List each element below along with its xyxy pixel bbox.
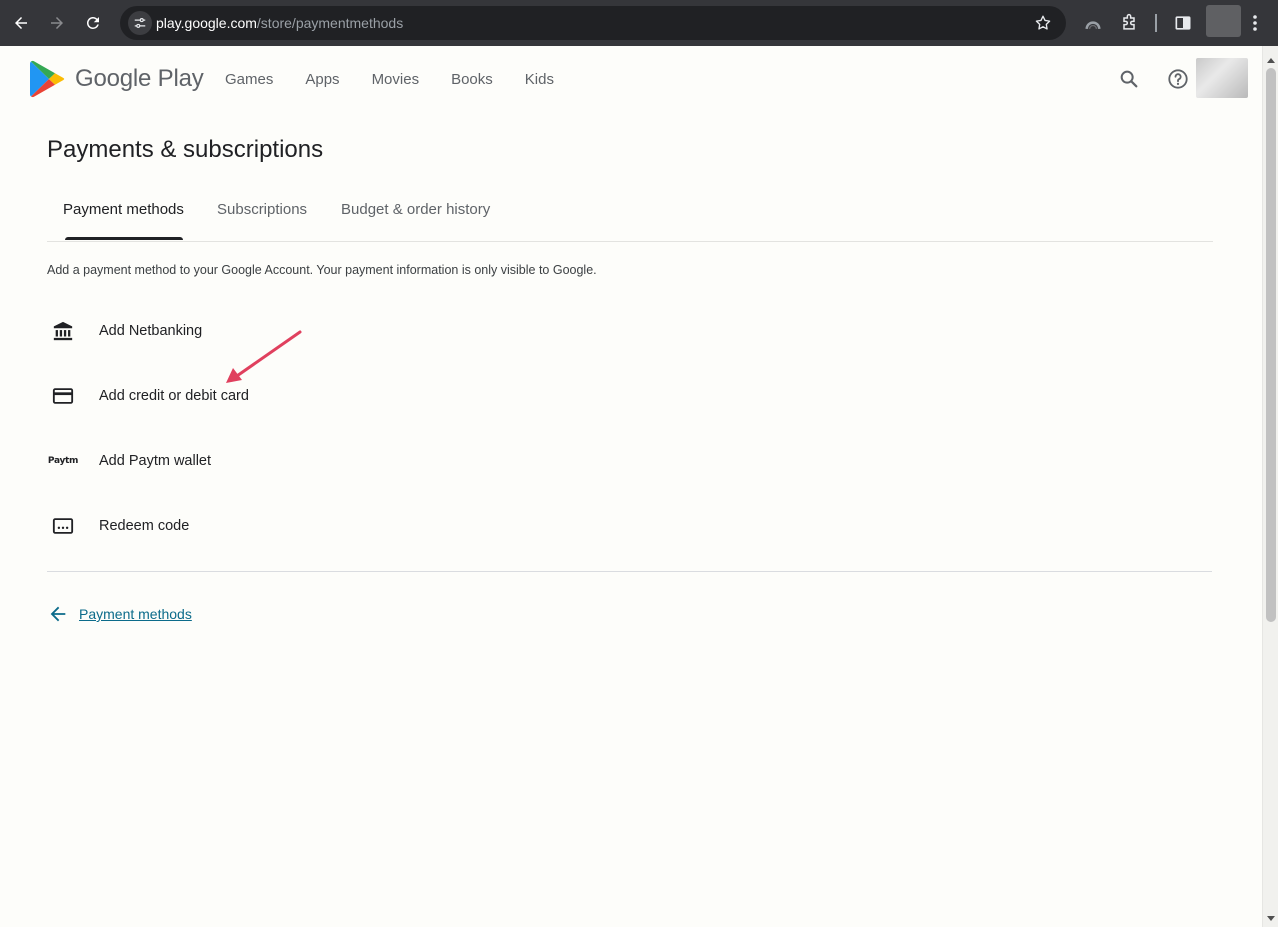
- nav-apps[interactable]: Apps: [305, 71, 339, 88]
- bank-icon: [51, 319, 75, 343]
- annotation-arrow-icon: [226, 330, 302, 383]
- forward-arrow-icon[interactable]: [45, 11, 69, 35]
- address-bar[interactable]: play.google.com/store/paymentmethods: [120, 6, 1066, 40]
- browser-menu-icon[interactable]: [1247, 13, 1263, 33]
- browser-toolbar: play.google.com/store/paymentmethods: [0, 0, 1278, 46]
- browser-profile-avatar[interactable]: [1206, 5, 1241, 37]
- tab-bar: Payment methods Subscriptions Budget & o…: [47, 196, 1213, 242]
- nav-kids[interactable]: Kids: [525, 71, 554, 88]
- redeem-code-option[interactable]: Redeem code: [47, 506, 447, 546]
- back-arrow-icon[interactable]: [9, 11, 33, 35]
- side-panel-icon[interactable]: [1173, 13, 1193, 33]
- site-info-icon[interactable]: [128, 11, 152, 35]
- section-divider: [47, 571, 1212, 572]
- help-icon[interactable]: [1167, 68, 1189, 90]
- bookmark-star-icon[interactable]: [1034, 14, 1052, 32]
- tab-budget-order-history[interactable]: Budget & order history: [341, 201, 490, 218]
- scrollbar-thumb[interactable]: [1266, 68, 1276, 622]
- option-label: Redeem code: [99, 518, 190, 534]
- search-icon[interactable]: [1118, 68, 1140, 90]
- tab-subscriptions[interactable]: Subscriptions: [217, 201, 307, 218]
- extensions-puzzle-icon[interactable]: [1119, 13, 1139, 33]
- active-tab-indicator: [65, 237, 183, 240]
- nav-books[interactable]: Books: [451, 71, 493, 88]
- extension-arc-icon[interactable]: [1083, 13, 1103, 33]
- google-play-logo-icon[interactable]: [30, 60, 66, 98]
- brand-name[interactable]: Google Play: [75, 65, 204, 93]
- paytm-icon: Paytm: [47, 449, 79, 473]
- payment-description: Add a payment method to your Google Acco…: [47, 263, 597, 277]
- tab-payment-methods[interactable]: Payment methods: [63, 201, 184, 218]
- option-label: Add Netbanking: [99, 323, 203, 339]
- credit-card-icon: [51, 384, 75, 408]
- url-host: play.google.com: [156, 15, 257, 31]
- page-scrollbar[interactable]: [1262, 46, 1278, 927]
- nav-movies[interactable]: Movies: [372, 71, 420, 88]
- option-label: Add credit or debit card: [99, 388, 249, 404]
- back-link-label[interactable]: Payment methods: [79, 606, 192, 622]
- arrow-left-icon: [50, 606, 66, 622]
- paytm-logo-text: Paytm: [47, 456, 79, 466]
- reload-icon[interactable]: [81, 11, 105, 35]
- back-to-payment-methods-link[interactable]: Payment methods: [47, 602, 192, 626]
- scroll-down-icon[interactable]: [1267, 916, 1275, 921]
- page: Google Play Games Apps Movies Books Kids…: [0, 46, 1262, 927]
- page-title: Payments & subscriptions: [47, 136, 324, 163]
- toolbar-divider: [1155, 14, 1157, 32]
- option-label: Add Paytm wallet: [99, 453, 212, 469]
- nav-games[interactable]: Games: [225, 71, 273, 88]
- redeem-code-icon: [51, 514, 75, 538]
- top-navigation: Games Apps Movies Books Kids: [225, 71, 586, 88]
- add-paytm-option[interactable]: Paytm Add Paytm wallet: [47, 441, 447, 481]
- account-avatar[interactable]: [1196, 58, 1248, 98]
- scroll-up-icon[interactable]: [1267, 58, 1275, 63]
- url-path: /store/paymentmethods: [256, 15, 404, 31]
- url-text: play.google.com/store/paymentmethods: [156, 15, 403, 31]
